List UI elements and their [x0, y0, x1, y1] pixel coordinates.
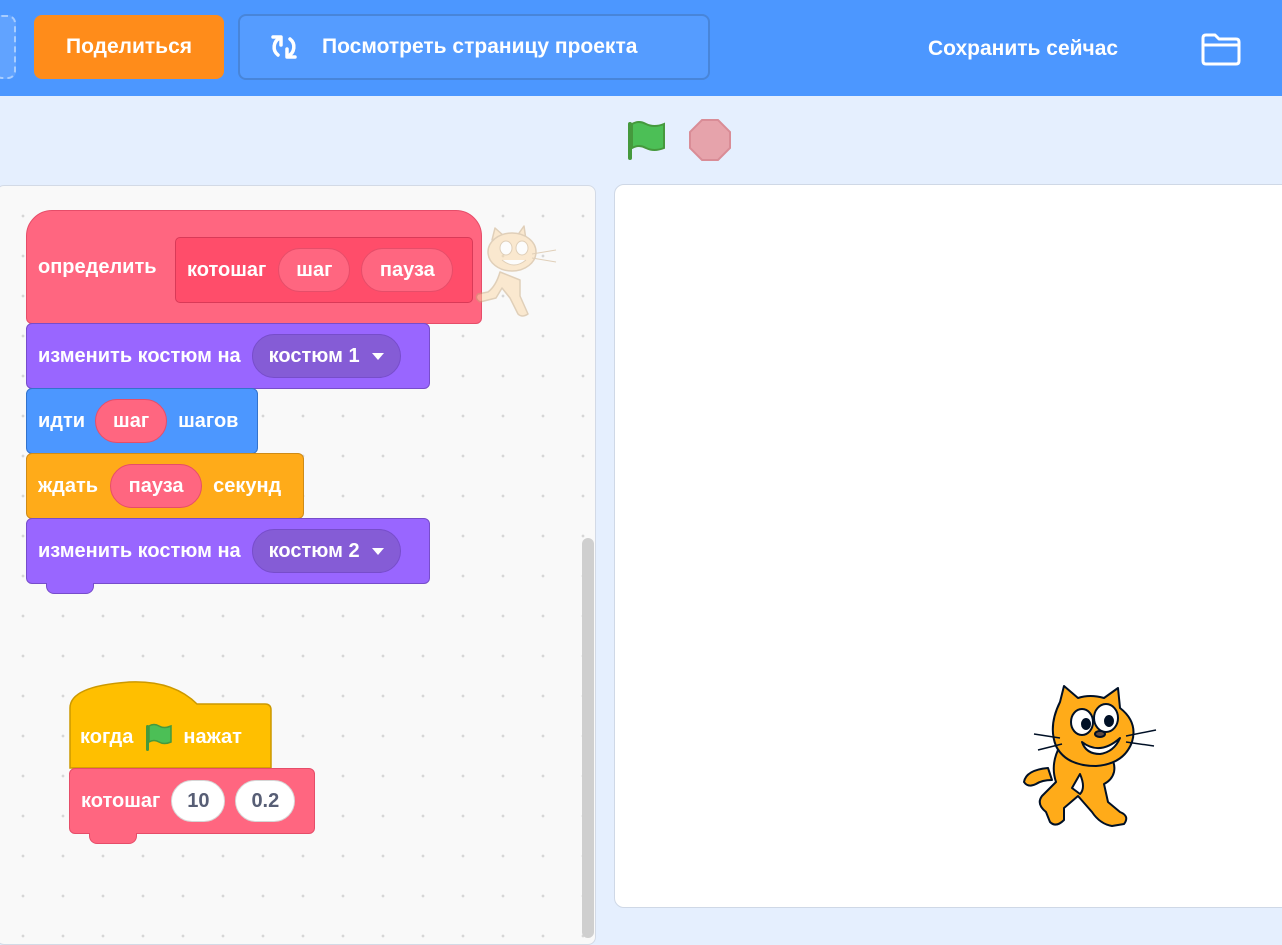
costume-dropdown[interactable]: костюм 2 — [251, 529, 401, 573]
block-label: ждать — [38, 474, 99, 497]
chevron-down-icon — [371, 547, 384, 555]
custom-block-prototype[interactable]: котошаг шаг пауза — [175, 237, 473, 303]
costume-dropdown-value: костюм 1 — [268, 344, 360, 367]
menu-partial-button[interactable] — [0, 15, 16, 79]
custom-call-block[interactable]: котошаг 10 0.2 — [69, 768, 315, 834]
block-notch — [89, 833, 137, 844]
block-label-suffix: секунд — [213, 474, 282, 497]
remix-icon — [271, 35, 297, 59]
when-flag-clicked-block[interactable]: когда нажат — [69, 704, 271, 770]
costume-dropdown[interactable]: костюм 1 — [251, 334, 401, 378]
chevron-down-icon — [371, 352, 384, 360]
arg-pause-input[interactable]: 0.2 — [235, 780, 296, 822]
sprite-cat-icon[interactable] — [1020, 684, 1160, 828]
see-project-page-label: Посмотреть страницу проекта — [322, 35, 638, 58]
hat-label: когда — [80, 725, 134, 748]
stop-icon[interactable] — [688, 118, 732, 162]
arg-step-input[interactable]: 10 — [171, 780, 226, 822]
param-pause[interactable]: пауза — [361, 248, 454, 292]
switch-costume-block[interactable]: изменить костюм на костюм 2 — [26, 518, 430, 584]
save-now-link[interactable]: Сохранить сейчас — [928, 33, 1118, 65]
call-name: котошаг — [81, 789, 161, 812]
block-label: идти — [38, 409, 86, 432]
see-project-page-button[interactable]: Посмотреть страницу проекта — [238, 14, 710, 80]
share-button-label: Поделиться — [65, 35, 193, 58]
share-button[interactable]: Поделиться — [34, 15, 224, 79]
green-flag-icon — [146, 723, 173, 751]
proto-name: котошаг — [187, 258, 267, 281]
costume-dropdown-value: костюм 2 — [268, 539, 360, 562]
menu-bar: Поделиться Посмотреть страницу проекта С… — [0, 0, 1282, 96]
switch-costume-block[interactable]: изменить костюм на костюм 1 — [26, 323, 430, 389]
block-notch — [46, 583, 94, 594]
block-label: изменить костюм на — [38, 539, 241, 562]
code-workspace-scrollbar[interactable] — [582, 538, 594, 938]
define-label: определить — [38, 255, 157, 278]
sprite-ghost-icon — [475, 225, 557, 317]
hat-label-suffix: нажат — [183, 725, 242, 748]
block-label: изменить костюм на — [38, 344, 241, 367]
param-step[interactable]: шаг — [278, 248, 351, 292]
block-label-suffix: шагов — [178, 409, 239, 432]
param-step-reporter[interactable]: шаг — [95, 399, 168, 443]
move-steps-block[interactable]: идти шаг шагов — [26, 388, 258, 454]
green-flag-icon[interactable] — [624, 118, 668, 162]
define-block[interactable]: определить котошаг шаг пауза — [26, 210, 482, 324]
param-pause-reporter[interactable]: пауза — [110, 464, 203, 508]
wait-seconds-block[interactable]: ждать пауза секунд — [26, 453, 304, 519]
folder-icon[interactable] — [1200, 32, 1242, 66]
stage[interactable] — [614, 184, 1282, 908]
